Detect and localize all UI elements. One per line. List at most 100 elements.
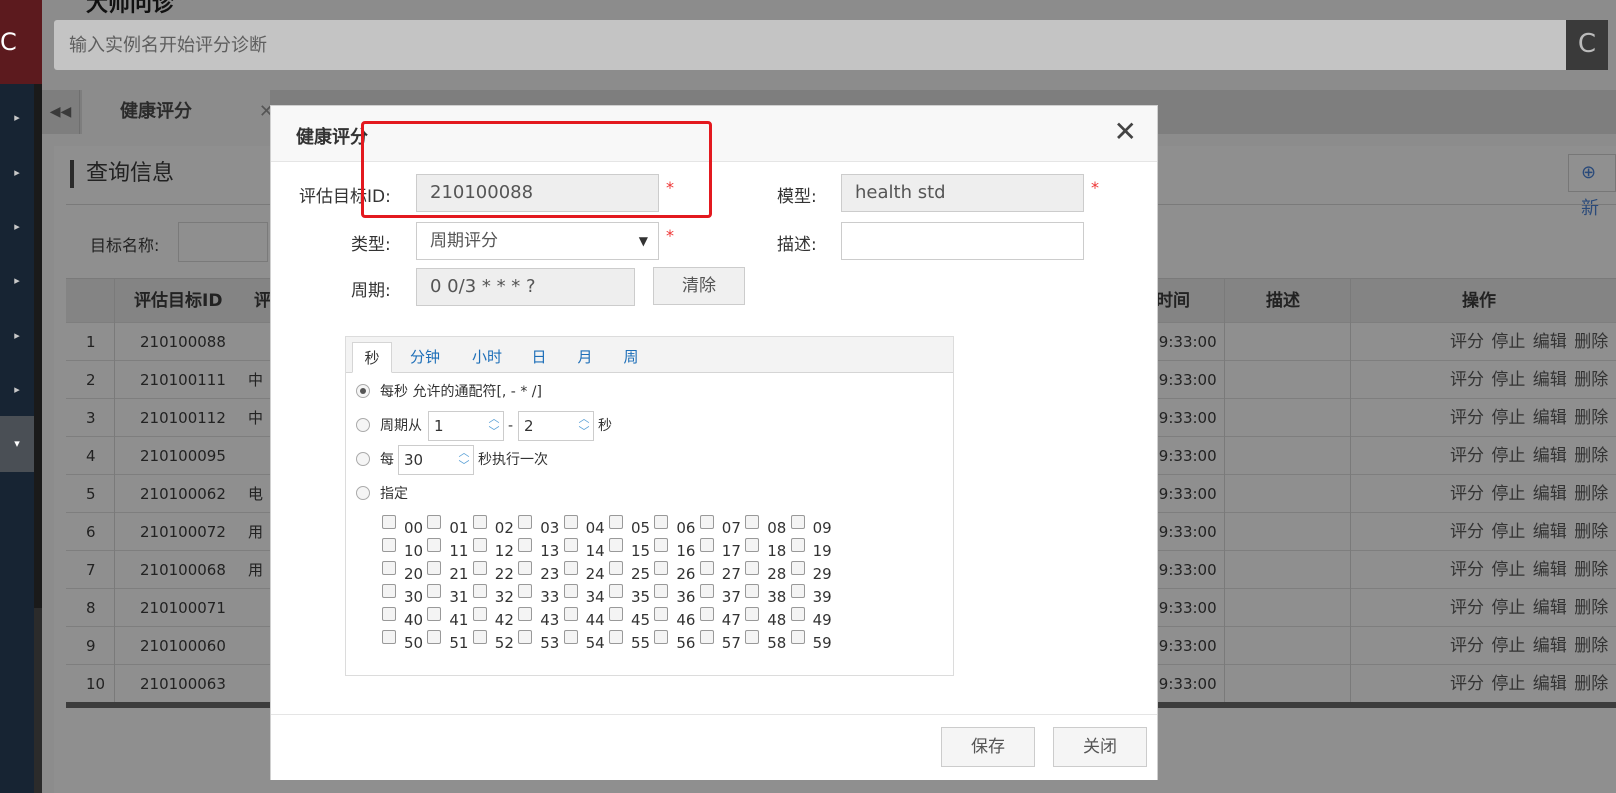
option-period[interactable]: 周期从 1 ︿ ﹀ - 2 ︿ ﹀ 秒: [356, 411, 856, 441]
sidebar-expand-arrow-icon[interactable]: ▸: [0, 308, 34, 364]
checkbox-box[interactable]: [699, 538, 714, 552]
checkbox-box[interactable]: [427, 607, 442, 621]
second-checkbox[interactable]: 18: [745, 536, 789, 560]
second-checkbox[interactable]: 54: [563, 628, 608, 652]
checkbox-box[interactable]: [609, 584, 623, 598]
second-checkbox[interactable]: 41: [427, 605, 471, 629]
second-checkbox[interactable]: 31: [427, 582, 471, 606]
second-checkbox[interactable]: 10: [382, 536, 426, 560]
second-checkbox[interactable]: 09: [790, 513, 835, 537]
checkbox-box[interactable]: [382, 515, 396, 529]
checkbox-box[interactable]: [427, 630, 442, 644]
option-each[interactable]: 每 30 ︿ ﹀ 秒执行一次: [356, 445, 856, 475]
search-input[interactable]: [54, 20, 1594, 70]
second-checkbox[interactable]: 08: [745, 513, 789, 537]
checkbox-box[interactable]: [609, 607, 623, 621]
second-checkbox[interactable]: 02: [472, 513, 517, 537]
row-operations[interactable]: 评分 停止 编辑 删除: [1450, 627, 1608, 665]
stepper-arrows-icon[interactable]: ︿ ﹀: [455, 446, 473, 474]
sidebar-collapse-arrow-icon[interactable]: ▾: [0, 416, 34, 472]
checkbox-box[interactable]: [382, 584, 396, 598]
checkbox-box[interactable]: [790, 538, 805, 552]
second-checkbox[interactable]: 39: [790, 582, 835, 606]
row-operations[interactable]: 评分 停止 编辑 删除: [1450, 323, 1608, 361]
sidebar-expand-arrow-icon[interactable]: ▸: [0, 145, 34, 201]
second-checkbox[interactable]: 36: [654, 582, 698, 606]
target-name-input[interactable]: [178, 222, 268, 262]
each-stepper[interactable]: 30 ︿ ﹀: [398, 445, 474, 475]
second-checkbox[interactable]: 24: [563, 559, 608, 583]
checkbox-box[interactable]: [609, 515, 623, 529]
checkbox-box[interactable]: [382, 538, 396, 552]
checkbox-box[interactable]: [745, 607, 760, 621]
second-checkbox[interactable]: 06: [654, 513, 698, 537]
checkbox-box[interactable]: [382, 607, 396, 621]
second-checkbox[interactable]: 19: [790, 536, 835, 560]
second-checkbox[interactable]: 32: [472, 582, 517, 606]
second-checkbox[interactable]: 30: [382, 582, 426, 606]
checkbox-box[interactable]: [790, 515, 805, 529]
checkbox-box[interactable]: [609, 538, 623, 552]
second-checkbox[interactable]: 12: [472, 536, 517, 560]
checkbox-box[interactable]: [518, 515, 533, 529]
checkbox-box[interactable]: [472, 538, 487, 552]
stepper-arrows-icon[interactable]: ︿ ﹀: [575, 412, 593, 440]
row-operations[interactable]: 评分 停止 编辑 删除: [1450, 551, 1608, 589]
second-checkbox[interactable]: 46: [654, 605, 698, 629]
second-checkbox[interactable]: 51: [427, 628, 471, 652]
row-operations[interactable]: 评分 停止 编辑 删除: [1450, 475, 1608, 513]
checkbox-box[interactable]: [654, 515, 669, 529]
checkbox-box[interactable]: [790, 630, 805, 644]
tab-minute[interactable]: 分钟: [400, 342, 450, 373]
checkbox-box[interactable]: [654, 584, 669, 598]
checkbox-box[interactable]: [654, 561, 669, 575]
stepper-arrows-icon[interactable]: ︿ ﹀: [485, 412, 503, 440]
second-checkbox[interactable]: 50: [382, 628, 426, 652]
second-checkbox[interactable]: 16: [654, 536, 698, 560]
second-checkbox[interactable]: 56: [654, 628, 698, 652]
period-from-stepper[interactable]: 1 ︿ ﹀: [428, 411, 504, 441]
period-to-stepper[interactable]: 2 ︿ ﹀: [518, 411, 594, 441]
second-checkbox[interactable]: 29: [790, 559, 835, 583]
tab-second[interactable]: 秒: [352, 342, 392, 373]
second-checkbox[interactable]: 57: [699, 628, 744, 652]
second-checkbox[interactable]: 04: [563, 513, 608, 537]
checkbox-box[interactable]: [427, 538, 442, 552]
radio-every-second[interactable]: [356, 384, 370, 398]
second-checkbox[interactable]: 33: [518, 582, 562, 606]
checkbox-box[interactable]: [699, 607, 714, 621]
new-button[interactable]: ⊕ 新: [1568, 154, 1616, 219]
checkbox-box[interactable]: [790, 561, 805, 575]
checkbox-box[interactable]: [518, 538, 533, 552]
second-checkbox[interactable]: 03: [518, 513, 562, 537]
sidebar-scrollbar[interactable]: [34, 84, 42, 793]
second-checkbox[interactable]: 59: [790, 628, 835, 652]
checkbox-box[interactable]: [563, 584, 578, 598]
second-checkbox[interactable]: 49: [790, 605, 835, 629]
sidebar-expand-arrow-icon[interactable]: ▸: [0, 199, 34, 255]
close-button[interactable]: 关闭: [1053, 727, 1147, 767]
model-field[interactable]: health std: [841, 174, 1084, 212]
second-checkbox[interactable]: 43: [518, 605, 562, 629]
checkbox-box[interactable]: [472, 515, 487, 529]
checkbox-box[interactable]: [699, 561, 714, 575]
checkbox-box[interactable]: [790, 607, 805, 621]
checkbox-box[interactable]: [699, 584, 714, 598]
second-checkbox[interactable]: 11: [427, 536, 471, 560]
second-checkbox[interactable]: 44: [563, 605, 608, 629]
tabs-prev-icon[interactable]: ◀◀: [42, 90, 80, 134]
row-operations[interactable]: 评分 停止 编辑 删除: [1450, 399, 1608, 437]
checkbox-box[interactable]: [654, 607, 669, 621]
second-checkbox[interactable]: 01: [427, 513, 471, 537]
second-checkbox[interactable]: 27: [699, 559, 744, 583]
checkbox-box[interactable]: [427, 561, 442, 575]
checkbox-box[interactable]: [427, 515, 442, 529]
sidebar-expand-arrow-icon[interactable]: ▸: [0, 253, 34, 309]
checkbox-box[interactable]: [699, 515, 714, 529]
second-checkbox[interactable]: 35: [609, 582, 653, 606]
checkbox-box[interactable]: [472, 630, 487, 644]
checkbox-box[interactable]: [563, 515, 578, 529]
sidebar-expand-arrow-icon[interactable]: ▸: [0, 90, 34, 146]
sidebar-expand-arrow-icon[interactable]: ▸: [0, 362, 34, 418]
radio-each[interactable]: [356, 452, 370, 466]
